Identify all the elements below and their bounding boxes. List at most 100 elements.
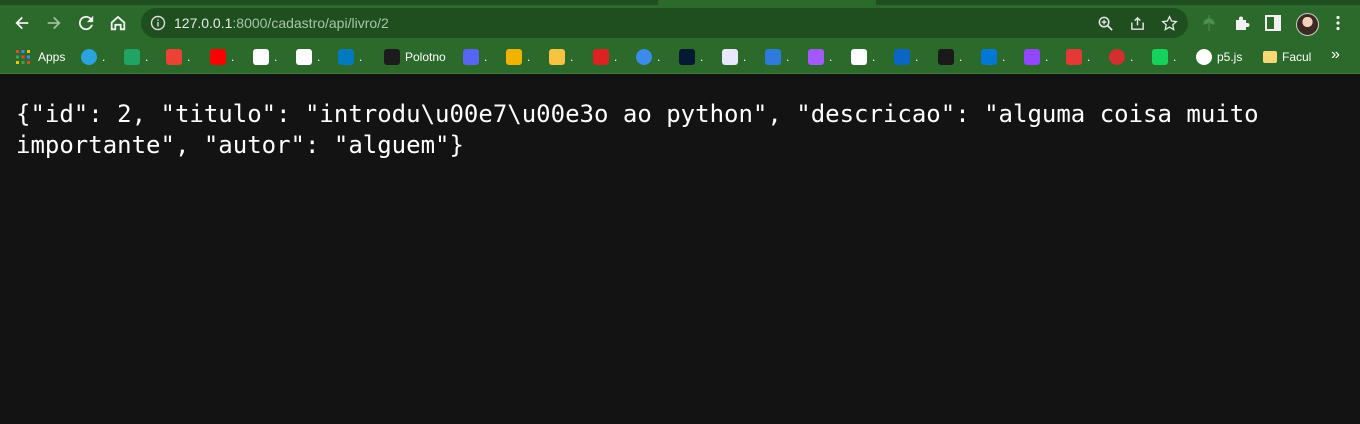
bookmark-item[interactable]: .	[166, 49, 190, 65]
bookmark-item[interactable]: .	[463, 49, 487, 65]
bookmark-item[interactable]: .	[593, 49, 617, 65]
bookmark-label: .	[829, 50, 833, 64]
scratch-icon	[593, 49, 609, 65]
bookmark-item[interactable]: p5.js	[1196, 49, 1242, 65]
home-button[interactable]	[103, 8, 133, 38]
bookmark-item[interactable]: .	[981, 49, 1005, 65]
bookmark-item[interactable]: .	[1024, 49, 1048, 65]
bookmark-label: .	[231, 50, 235, 64]
address-bar[interactable]: 127.0.0.1:8000/cadastro/api/livro/2	[141, 8, 1188, 38]
page-content: {"id": 2, "titulo": "introdu\u00e7\u00e3…	[0, 99, 1360, 161]
browser-chrome: 127.0.0.1:8000/cadastro/api/livro/2 Apps…	[0, 0, 1360, 74]
bookmark-label: .	[872, 50, 876, 64]
bookmark-label: .	[959, 50, 963, 64]
bookmark-label: .	[657, 50, 661, 64]
bookmark-label: Apps	[38, 50, 66, 64]
bookmark-label: .	[145, 50, 149, 64]
bookmark-item[interactable]: .	[296, 49, 320, 65]
bookmark-apps[interactable]: Apps	[15, 49, 65, 65]
leaf-icon[interactable]	[1200, 14, 1218, 32]
p-green-icon	[1152, 49, 1168, 65]
info-icon[interactable]	[150, 15, 166, 31]
alura-icon	[679, 49, 695, 65]
bookmark-label: .	[484, 50, 488, 64]
bookmarks-bar: Apps ....... Polotno................. p5.j…	[0, 41, 1360, 74]
puzzle-icon[interactable]	[1233, 14, 1251, 32]
kebab-menu-icon[interactable]	[1329, 14, 1347, 32]
bookmark-item[interactable]: .	[124, 49, 148, 65]
browser-toolbar: 127.0.0.1:8000/cadastro/api/livro/2	[0, 5, 1360, 41]
outlook-icon	[981, 49, 997, 65]
globe-red-icon	[1109, 49, 1125, 65]
arrow-left-icon	[15, 16, 29, 30]
bookmark-item[interactable]: Polotno	[384, 49, 446, 65]
back-button[interactable]	[7, 8, 37, 38]
p5js-icon	[1196, 49, 1212, 65]
bookmark-item[interactable]: .	[1109, 49, 1133, 65]
bookmark-item[interactable]: .	[338, 49, 362, 65]
bookmark-label: Polotno	[405, 50, 446, 64]
bookmark-item[interactable]: .	[808, 49, 832, 65]
bookmark-label: .	[102, 50, 106, 64]
bookmark-item[interactable]: .	[851, 49, 875, 65]
bookmark-label: .	[700, 50, 704, 64]
bookmark-item[interactable]: .	[506, 49, 530, 65]
telegram-icon	[81, 49, 97, 65]
trello-icon	[338, 49, 354, 65]
k-icon	[938, 49, 954, 65]
bookmark-item[interactable]: .	[679, 49, 703, 65]
url-text[interactable]: 127.0.0.1:8000/cadastro/api/livro/2	[174, 15, 389, 31]
bookmark-label: .	[743, 50, 747, 64]
json-response-text: {"id": 2, "titulo": "introdu\u00e7\u00e3…	[16, 100, 1274, 159]
bookmark-label: .	[786, 50, 790, 64]
bookmark-label: .	[1130, 50, 1134, 64]
url-host: 127.0.0.1	[174, 15, 233, 31]
bookmark-label: p5.js	[1217, 50, 1243, 64]
profile-avatar[interactable]	[1296, 13, 1319, 36]
star-icon[interactable]	[1160, 14, 1178, 32]
polotno-icon	[384, 49, 400, 65]
bookmark-item[interactable]: .	[253, 49, 277, 65]
bookmark-label: .	[187, 50, 191, 64]
folder-icon	[1263, 51, 1277, 63]
bookmark-item[interactable]: .	[636, 49, 660, 65]
github-icon	[296, 49, 312, 65]
forward-button[interactable]	[39, 8, 69, 38]
drop-icon	[636, 49, 652, 65]
youtube-icon	[210, 49, 226, 65]
bookmark-label: .	[274, 50, 278, 64]
apps-grid-icon	[16, 50, 30, 64]
home-icon	[110, 15, 126, 31]
alura-light-icon	[722, 49, 738, 65]
bookmark-item[interactable]: Facul	[1263, 49, 1311, 65]
bookmark-item[interactable]: .	[549, 49, 573, 65]
bookmark-label: Facul	[1282, 50, 1312, 64]
bookmark-item[interactable]: .	[894, 49, 918, 65]
side-panel-icon[interactable]	[1264, 14, 1282, 32]
bookmark-item[interactable]: .	[81, 49, 105, 65]
google-icon	[253, 49, 269, 65]
bookmark-item[interactable]: .	[722, 49, 746, 65]
linkedin-icon	[894, 49, 910, 65]
share-icon[interactable]	[1128, 14, 1146, 32]
bookmark-item[interactable]: .	[938, 49, 962, 65]
google-drive-icon	[124, 49, 140, 65]
bookmark-label: .	[1045, 50, 1049, 64]
bookmark-label: .	[1087, 50, 1091, 64]
shortcut-icon	[549, 49, 565, 65]
bookmark-item[interactable]: .	[210, 49, 234, 65]
notion-icon	[851, 49, 867, 65]
gmail-icon	[166, 49, 182, 65]
bookmark-item[interactable]: .	[1066, 49, 1090, 65]
bookmark-label: .	[527, 50, 531, 64]
reload-icon	[78, 15, 94, 31]
bookmark-item[interactable]: .	[1152, 49, 1176, 65]
zoom-icon[interactable]	[1096, 14, 1114, 32]
bookmark-label: .	[1002, 50, 1006, 64]
heart-icon	[1066, 49, 1082, 65]
bookmark-label: .	[614, 50, 618, 64]
bookmark-label: .	[317, 50, 321, 64]
bookmarks-overflow-button[interactable]: »	[1331, 46, 1340, 63]
reload-button[interactable]	[71, 8, 101, 38]
bookmark-item[interactable]: .	[765, 49, 789, 65]
